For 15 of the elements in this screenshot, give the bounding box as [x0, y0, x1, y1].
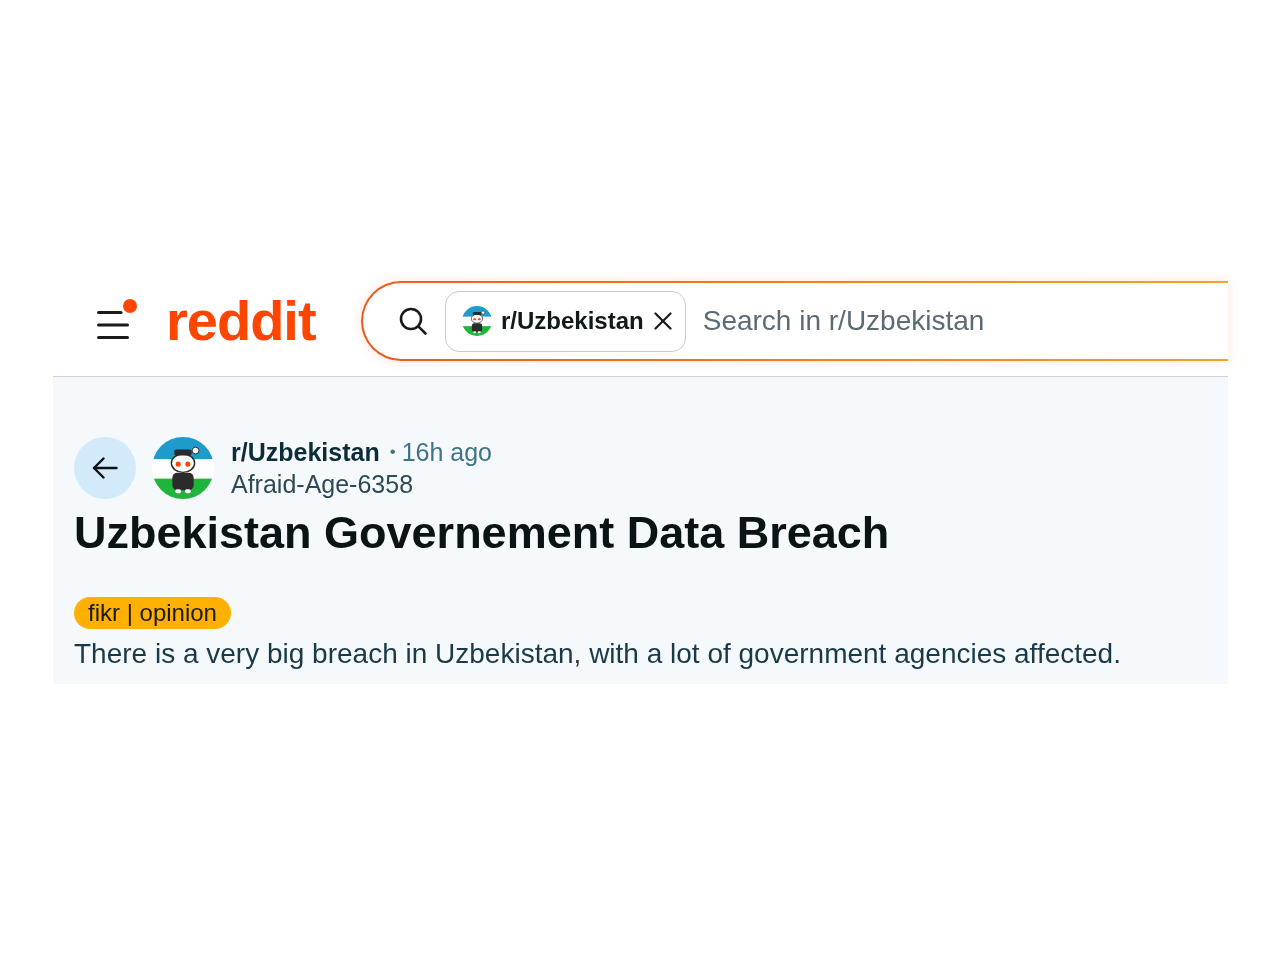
arrow-left-icon	[92, 457, 118, 479]
search-icon	[399, 307, 427, 335]
author-link[interactable]: Afraid-Age-6358	[231, 468, 414, 500]
post-time: 16h ago	[401, 437, 492, 468]
search-field[interactable]: r/Uzbekistan Search in r/Uzbekistan	[361, 281, 1228, 361]
subreddit-avatar-icon[interactable]	[152, 437, 214, 499]
subreddit-filter-chip[interactable]: r/Uzbekistan	[445, 290, 686, 352]
subreddit-avatar-icon	[462, 306, 492, 336]
subreddit-link[interactable]: r/Uzbekistan	[231, 436, 380, 468]
flair-tag[interactable]: fikr | opinion	[74, 597, 231, 629]
post-title: Uzbekistan Governement Data Breach	[74, 506, 891, 560]
menu-icon	[97, 311, 129, 339]
post-body: There is a very big breach in Uzbekistan, with a lot of government agencies affected.	[74, 637, 1122, 671]
meta-separator: •	[389, 441, 396, 463]
close-icon[interactable]	[653, 312, 672, 330]
